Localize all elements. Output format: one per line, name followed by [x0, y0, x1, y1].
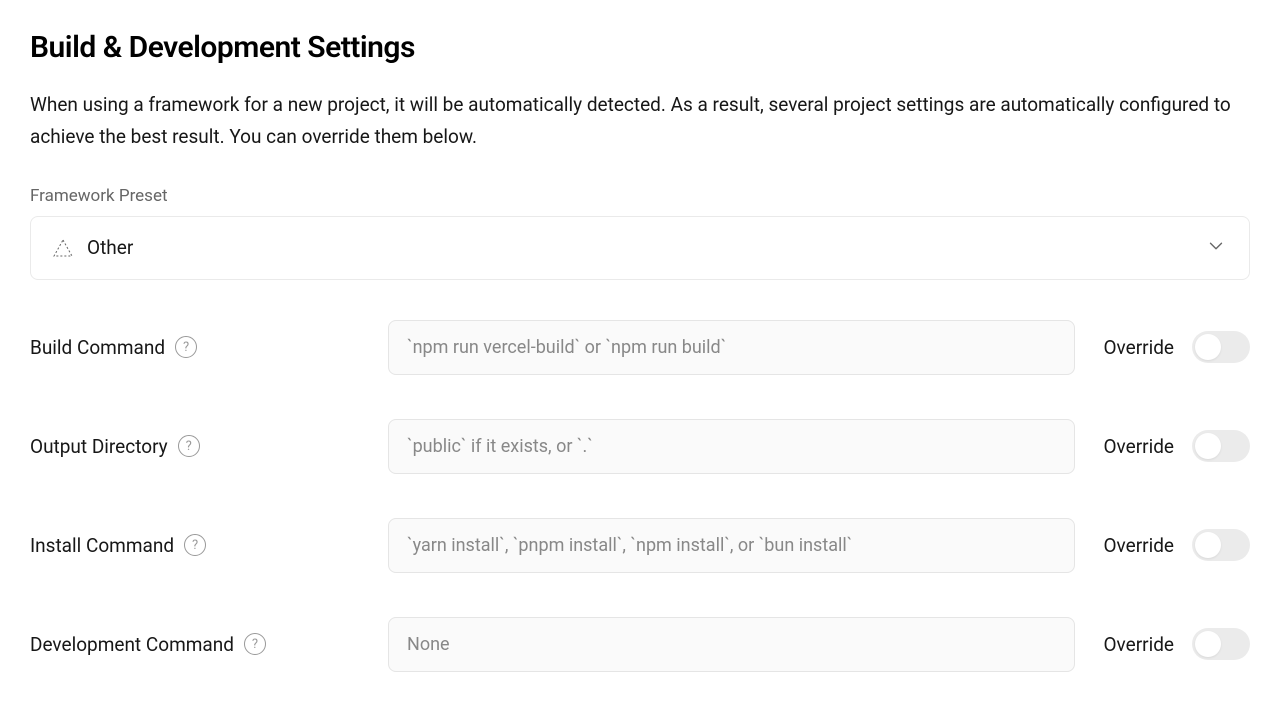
toggle-thumb	[1195, 532, 1221, 558]
build-command-input[interactable]	[388, 320, 1075, 375]
toggle-thumb	[1195, 334, 1221, 360]
override-label: Override	[1103, 534, 1174, 557]
development-command-label: Development Command	[30, 633, 234, 656]
toggle-thumb	[1195, 631, 1221, 657]
development-command-override-toggle[interactable]	[1192, 628, 1250, 660]
output-directory-row: Output Directory ? Override	[30, 419, 1250, 474]
override-label: Override	[1103, 435, 1174, 458]
output-directory-label: Output Directory	[30, 435, 168, 458]
install-command-override-toggle[interactable]	[1192, 529, 1250, 561]
page-title: Build & Development Settings	[30, 30, 1250, 65]
output-directory-override-toggle[interactable]	[1192, 430, 1250, 462]
help-icon[interactable]: ?	[178, 435, 200, 457]
output-directory-input[interactable]	[388, 419, 1075, 474]
help-icon[interactable]: ?	[244, 633, 266, 655]
override-label: Override	[1103, 633, 1174, 656]
build-command-override-toggle[interactable]	[1192, 331, 1250, 363]
development-command-input[interactable]	[388, 617, 1075, 672]
help-icon[interactable]: ?	[184, 534, 206, 556]
framework-preset-label: Framework Preset	[30, 186, 1250, 206]
development-command-row: Development Command ? Override	[30, 617, 1250, 672]
override-label: Override	[1103, 336, 1174, 359]
framework-icon	[53, 239, 73, 257]
install-command-input[interactable]	[388, 518, 1075, 573]
toggle-thumb	[1195, 433, 1221, 459]
chevron-down-icon	[1205, 235, 1227, 261]
page-description: When using a framework for a new project…	[30, 89, 1250, 154]
build-command-row: Build Command ? Override	[30, 320, 1250, 375]
install-command-label: Install Command	[30, 534, 174, 557]
install-command-row: Install Command ? Override	[30, 518, 1250, 573]
help-icon[interactable]: ?	[175, 336, 197, 358]
framework-preset-value: Other	[87, 236, 133, 259]
build-command-label: Build Command	[30, 336, 165, 359]
framework-preset-select[interactable]: Other	[30, 216, 1250, 280]
